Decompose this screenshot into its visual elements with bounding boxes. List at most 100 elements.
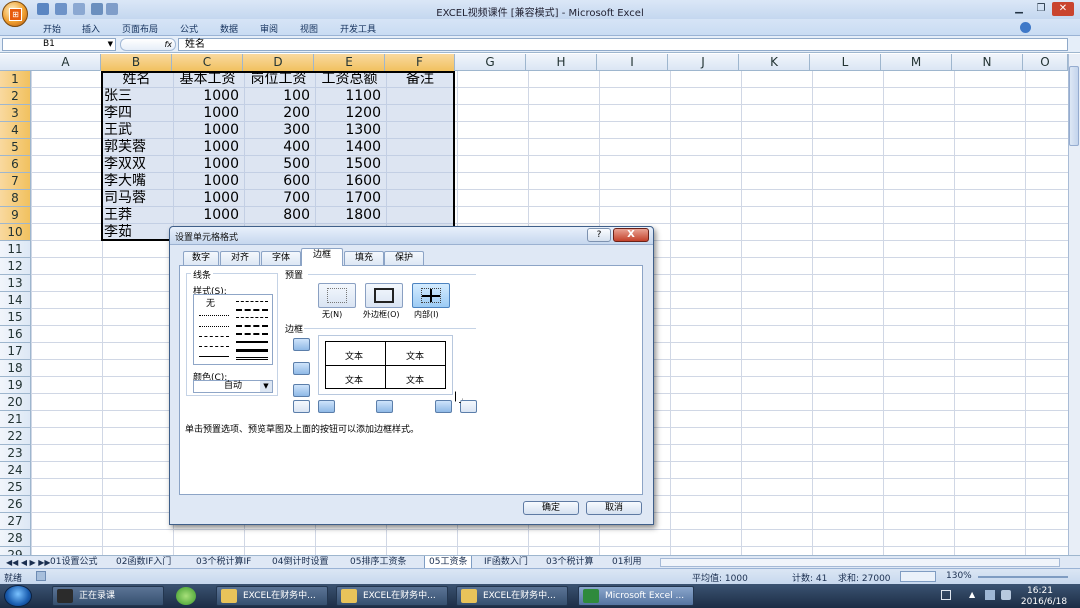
border-right-button[interactable]: [435, 400, 452, 413]
column-header[interactable]: K: [739, 54, 810, 71]
row-header[interactable]: 21: [0, 411, 31, 428]
zoom-slider[interactable]: [978, 576, 1068, 578]
column-header[interactable]: M: [881, 54, 952, 71]
row-header[interactable]: 11: [0, 241, 31, 258]
browser-icon[interactable]: [176, 587, 196, 605]
table-cell[interactable]: 1800: [314, 207, 385, 224]
column-header[interactable]: D: [243, 54, 314, 71]
table-cell[interactable]: 1000: [172, 173, 243, 190]
office-button[interactable]: ⊞: [2, 1, 28, 27]
clock-date[interactable]: 2016/6/18: [1019, 597, 1069, 607]
table-cell[interactable]: 李四: [101, 105, 172, 122]
table-cell[interactable]: 1400: [314, 139, 385, 156]
cancel-button[interactable]: 取消: [586, 501, 642, 515]
vertical-scroll-thumb[interactable]: [1069, 66, 1079, 146]
column-header[interactable]: N: [952, 54, 1023, 71]
table-cell[interactable]: 1600: [314, 173, 385, 190]
ok-button[interactable]: 确定: [523, 501, 579, 515]
column-header[interactable]: L: [810, 54, 881, 71]
table-cell[interactable]: 工资总额: [314, 71, 385, 88]
table-cell[interactable]: 700: [243, 190, 314, 207]
table-cell[interactable]: 岗位工资: [243, 71, 314, 88]
tab-view[interactable]: 视图: [300, 22, 318, 35]
column-header[interactable]: G: [455, 54, 526, 71]
table-cell[interactable]: 1000: [172, 139, 243, 156]
table-cell[interactable]: 张三: [101, 88, 172, 105]
column-header[interactable]: C: [172, 54, 243, 71]
row-header[interactable]: 1: [0, 71, 31, 88]
tab-fill[interactable]: 填充: [344, 251, 384, 265]
row-header[interactable]: 23: [0, 445, 31, 462]
row-header[interactable]: 22: [0, 428, 31, 445]
zoom-level[interactable]: 130%: [946, 571, 972, 581]
dialog-title-bar[interactable]: 设置单元格格式 ? X: [170, 227, 653, 245]
table-cell[interactable]: 500: [243, 156, 314, 173]
tab-protection[interactable]: 保护: [384, 251, 424, 265]
tab-border[interactable]: 边框: [301, 248, 343, 266]
table-cell[interactable]: 800: [243, 207, 314, 224]
row-header[interactable]: 9: [0, 207, 31, 224]
table-cell[interactable]: 600: [243, 173, 314, 190]
preset-none-button[interactable]: [318, 283, 356, 308]
table-cell[interactable]: 司马蓉: [101, 190, 172, 207]
row-header[interactable]: 8: [0, 190, 31, 207]
table-cell[interactable]: 王莽: [101, 207, 172, 224]
border-top-button[interactable]: [293, 338, 310, 351]
horizontal-scrollbar[interactable]: [660, 558, 1060, 567]
table-cell[interactable]: 1000: [172, 122, 243, 139]
tab-insert[interactable]: 插入: [82, 22, 100, 35]
column-header[interactable]: I: [597, 54, 668, 71]
volume-icon[interactable]: [1001, 590, 1011, 600]
table-cell[interactable]: 200: [243, 105, 314, 122]
tab-data[interactable]: 数据: [220, 22, 238, 35]
tab-developer[interactable]: 开发工具: [340, 22, 376, 35]
row-header[interactable]: 18: [0, 360, 31, 377]
color-select[interactable]: 自动 ▼: [193, 380, 273, 393]
macro-record-icon[interactable]: [36, 571, 46, 581]
row-header[interactable]: 28: [0, 530, 31, 547]
column-header[interactable]: O: [1023, 54, 1068, 71]
border-center-v-button[interactable]: [376, 400, 393, 413]
row-header[interactable]: 13: [0, 275, 31, 292]
tab-page-layout[interactable]: 页面布局: [122, 22, 158, 35]
taskbar-item-active[interactable]: Microsoft Excel ...: [578, 586, 694, 606]
table-cell[interactable]: 1700: [314, 190, 385, 207]
table-cell[interactable]: 郭芙蓉: [101, 139, 172, 156]
table-cell[interactable]: 1000: [172, 88, 243, 105]
taskbar-item[interactable]: EXCEL在财务中...: [336, 586, 448, 606]
table-cell[interactable]: 李双双: [101, 156, 172, 173]
preset-outline-button[interactable]: [365, 283, 403, 308]
border-diag-down-button[interactable]: [460, 400, 477, 413]
taskbar-item[interactable]: EXCEL在财务中...: [216, 586, 328, 606]
line-style-list[interactable]: 无: [193, 294, 273, 365]
chevron-down-icon[interactable]: ▼: [108, 39, 113, 50]
table-cell[interactable]: 1000: [172, 105, 243, 122]
name-box[interactable]: B1 ▼: [2, 38, 116, 51]
help-icon[interactable]: [1020, 22, 1031, 33]
table-cell[interactable]: 李茹: [101, 224, 172, 241]
table-cell[interactable]: 1100: [314, 88, 385, 105]
tab-formulas[interactable]: 公式: [180, 22, 198, 35]
row-header[interactable]: 15: [0, 309, 31, 326]
table-cell[interactable]: 1500: [314, 156, 385, 173]
line-style-none[interactable]: 无: [206, 296, 215, 309]
column-header[interactable]: J: [668, 54, 739, 71]
row-header[interactable]: 20: [0, 394, 31, 411]
taskbar-item[interactable]: EXCEL在财务中...: [456, 586, 568, 606]
dialog-help-button[interactable]: ?: [587, 228, 611, 242]
table-cell[interactable]: 300: [243, 122, 314, 139]
row-header[interactable]: 12: [0, 258, 31, 275]
border-middle-h-button[interactable]: [293, 362, 310, 375]
tray-icon[interactable]: [941, 590, 951, 600]
row-header[interactable]: 19: [0, 377, 31, 394]
preset-inside-button[interactable]: [412, 283, 450, 308]
row-header[interactable]: 17: [0, 343, 31, 360]
dialog-close-button[interactable]: X: [613, 228, 649, 242]
column-header[interactable]: E: [314, 54, 385, 71]
table-cell[interactable]: 1200: [314, 105, 385, 122]
start-button[interactable]: [4, 585, 32, 607]
row-header[interactable]: 27: [0, 513, 31, 530]
border-preview[interactable]: 文本 文本 文本 文本: [318, 335, 453, 395]
row-header[interactable]: 14: [0, 292, 31, 309]
table-cell[interactable]: 1000: [172, 207, 243, 224]
